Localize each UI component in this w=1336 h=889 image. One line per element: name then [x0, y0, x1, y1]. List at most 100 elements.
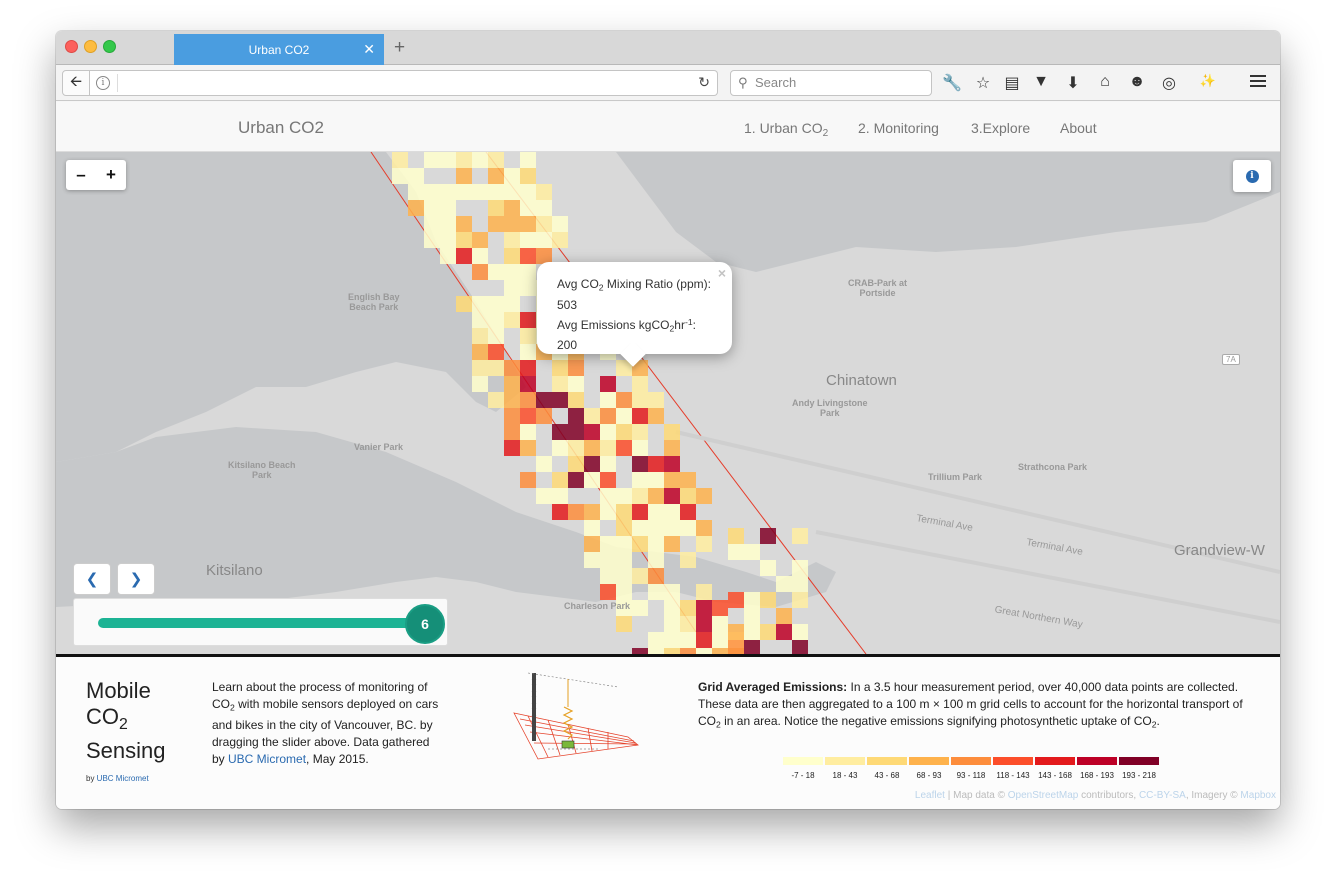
grid-cell[interactable] [600, 392, 616, 408]
grid-cell[interactable] [520, 472, 536, 488]
grid-cell[interactable] [488, 200, 504, 216]
grid-cell[interactable] [600, 456, 616, 472]
grid-cell[interactable] [760, 592, 776, 608]
grid-cell[interactable] [504, 360, 520, 376]
grid-cell[interactable] [424, 216, 440, 232]
grid-cell[interactable] [696, 488, 712, 504]
mapbox-link[interactable]: Mapbox [1240, 790, 1276, 801]
tab-urban-co2[interactable]: Urban CO2 ✕ [174, 34, 384, 65]
grid-cell[interactable] [648, 536, 664, 552]
map[interactable]: English Bay Beach Park Chinatown Andy Liv… [56, 152, 1280, 654]
grid-cell[interactable] [488, 360, 504, 376]
osm-link[interactable]: OpenStreetMap [1008, 790, 1079, 801]
grid-cell[interactable] [504, 408, 520, 424]
grid-cell[interactable] [792, 576, 808, 592]
grid-cell[interactable] [392, 168, 408, 184]
grid-cell[interactable] [456, 248, 472, 264]
grid-cell[interactable] [552, 440, 568, 456]
grid-cell[interactable] [696, 520, 712, 536]
grid-cell[interactable] [744, 640, 760, 654]
grid-cell[interactable] [456, 216, 472, 232]
grid-cell[interactable] [616, 520, 632, 536]
grid-cell[interactable] [488, 312, 504, 328]
grid-cell[interactable] [600, 536, 616, 552]
pocket-icon[interactable]: ▼ [1031, 73, 1051, 91]
grid-cell[interactable] [600, 488, 616, 504]
grid-cell[interactable] [680, 504, 696, 520]
grid-cell[interactable] [680, 552, 696, 568]
grid-cell[interactable] [488, 168, 504, 184]
grid-cell[interactable] [664, 488, 680, 504]
back-button[interactable]: 🡨 [62, 70, 90, 96]
popup-close-icon[interactable]: × [718, 265, 726, 282]
grid-cell[interactable] [568, 440, 584, 456]
slider-handle[interactable]: 6 [405, 604, 445, 644]
grid-cell[interactable] [632, 472, 648, 488]
zoom-out-button[interactable]: – [66, 160, 96, 190]
grid-cell[interactable] [648, 392, 664, 408]
grid-cell[interactable] [504, 280, 520, 296]
grid-cell[interactable] [520, 376, 536, 392]
grid-cell[interactable] [664, 440, 680, 456]
nav-about[interactable]: About [1060, 120, 1097, 136]
home-icon[interactable]: ⌂ [1095, 73, 1115, 91]
grid-cell[interactable] [456, 184, 472, 200]
bookmark-star-icon[interactable]: ☆ [973, 73, 993, 93]
grid-cell[interactable] [792, 528, 808, 544]
desc-link[interactable]: UBC Micromet [228, 752, 306, 766]
grid-cell[interactable] [728, 640, 744, 654]
grid-cell[interactable] [632, 536, 648, 552]
grid-cell[interactable] [504, 168, 520, 184]
grid-cell[interactable] [440, 248, 456, 264]
grid-cell[interactable] [648, 520, 664, 536]
slider-track[interactable] [98, 618, 416, 628]
grid-cell[interactable] [520, 424, 536, 440]
grid-cell[interactable] [584, 472, 600, 488]
grid-cell[interactable] [680, 632, 696, 648]
grid-cell[interactable] [552, 216, 568, 232]
zoom-in-button[interactable]: + [96, 160, 126, 190]
grid-cell[interactable] [440, 184, 456, 200]
grid-cell[interactable] [504, 200, 520, 216]
grid-cell[interactable] [616, 392, 632, 408]
grid-cell[interactable] [424, 184, 440, 200]
grid-cell[interactable] [472, 344, 488, 360]
grid-cell[interactable] [520, 232, 536, 248]
site-info-icon[interactable]: i [96, 76, 110, 90]
grid-cell[interactable] [760, 560, 776, 576]
grid-cell[interactable] [616, 408, 632, 424]
minimize-window-button[interactable] [84, 40, 97, 53]
grid-cell[interactable] [664, 456, 680, 472]
grid-cell[interactable] [584, 424, 600, 440]
grid-cell[interactable] [712, 616, 728, 632]
grid-cell[interactable] [536, 408, 552, 424]
zoom-window-button[interactable] [103, 40, 116, 53]
grid-cell[interactable] [504, 424, 520, 440]
grid-cell[interactable] [744, 608, 760, 624]
menu-icon[interactable] [1250, 75, 1266, 90]
grid-cell[interactable] [456, 296, 472, 312]
grid-cell[interactable] [504, 312, 520, 328]
grid-cell[interactable] [504, 376, 520, 392]
grid-cell[interactable] [504, 440, 520, 456]
new-tab-button[interactable]: + [394, 37, 405, 59]
grid-cell[interactable] [408, 168, 424, 184]
grid-cell[interactable] [504, 296, 520, 312]
grid-cell[interactable] [792, 592, 808, 608]
grid-cell[interactable] [424, 200, 440, 216]
grid-cell[interactable] [536, 184, 552, 200]
grid-cell[interactable] [504, 216, 520, 232]
grid-cell[interactable] [648, 552, 664, 568]
grid-cell[interactable] [552, 392, 568, 408]
extension-icon[interactable]: ✨ [1198, 73, 1218, 89]
grid-cell[interactable] [472, 360, 488, 376]
grid-cell[interactable] [792, 560, 808, 576]
grid-cell[interactable] [664, 616, 680, 632]
cc-link[interactable]: CC-BY-SA [1139, 790, 1186, 801]
grid-cell[interactable] [472, 376, 488, 392]
grid-cell[interactable] [584, 536, 600, 552]
grid-cell[interactable] [568, 424, 584, 440]
grid-cell[interactable] [632, 376, 648, 392]
grid-cell[interactable] [520, 328, 536, 344]
grid-cell[interactable] [440, 232, 456, 248]
